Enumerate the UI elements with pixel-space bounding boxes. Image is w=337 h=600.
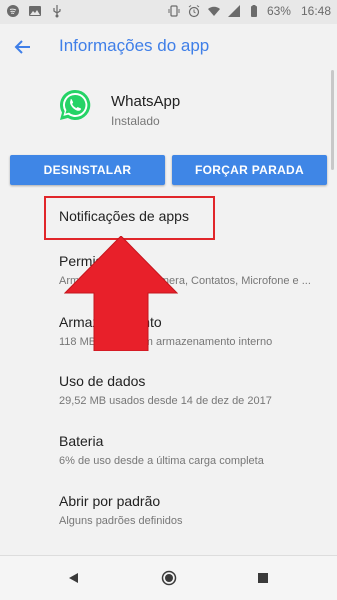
setting-item-battery[interactable]: Bateria 6% de uso desde a última carga c… (59, 433, 264, 467)
whatsapp-icon (59, 89, 91, 120)
signal-icon (227, 5, 240, 17)
recents-icon (258, 573, 268, 583)
highlight-box (44, 196, 215, 240)
wifi-icon (207, 6, 220, 16)
nav-back-button[interactable] (64, 568, 84, 588)
setting-title: Abrir por padrão (59, 493, 161, 509)
setting-title: Bateria (59, 433, 104, 449)
vibrate-icon (168, 5, 180, 17)
setting-item-data-usage[interactable]: Uso de dados 29,52 MB usados desde 14 de… (59, 373, 272, 407)
battery-icon (250, 5, 257, 17)
setting-title: Uso de dados (59, 373, 146, 389)
status-bar: 63% 16:48 (0, 0, 337, 24)
navigation-bar (0, 556, 337, 600)
scrollbar[interactable] (331, 70, 334, 170)
back-button[interactable] (10, 34, 36, 60)
nav-recents-button[interactable] (253, 568, 273, 588)
status-right-icons: 63% 16:48 (167, 4, 331, 18)
usb-icon (53, 5, 61, 18)
status-left-icons (6, 4, 64, 18)
setting-item-open-by-default[interactable]: Abrir por padrão Alguns padrões definido… (59, 493, 183, 527)
uninstall-button[interactable]: DESINSTALAR (10, 155, 165, 185)
alarm-icon (188, 5, 200, 18)
home-icon (161, 570, 177, 586)
spotify-icon (7, 5, 19, 17)
back-icon (69, 573, 78, 583)
setting-subtitle: 29,52 MB usados desde 14 de dez de 2017 (59, 395, 272, 407)
gallery-icon (29, 6, 41, 16)
nav-home-button[interactable] (159, 568, 179, 588)
app-bar: Informações do app (0, 24, 337, 70)
clock: 16:48 (300, 4, 331, 18)
app-status: Instalado (111, 114, 160, 128)
setting-subtitle: 6% de uso desde a última carga completa (59, 455, 264, 467)
red-arrow-icon (64, 236, 178, 351)
page-title: Informações do app (59, 36, 210, 55)
app-name: WhatsApp (111, 93, 181, 110)
arrow-back-icon (14, 40, 30, 54)
force-stop-button[interactable]: FORÇAR PARADA (172, 155, 327, 185)
setting-subtitle: Alguns padrões definidos (59, 515, 183, 527)
battery-percent: 63% (266, 4, 291, 18)
